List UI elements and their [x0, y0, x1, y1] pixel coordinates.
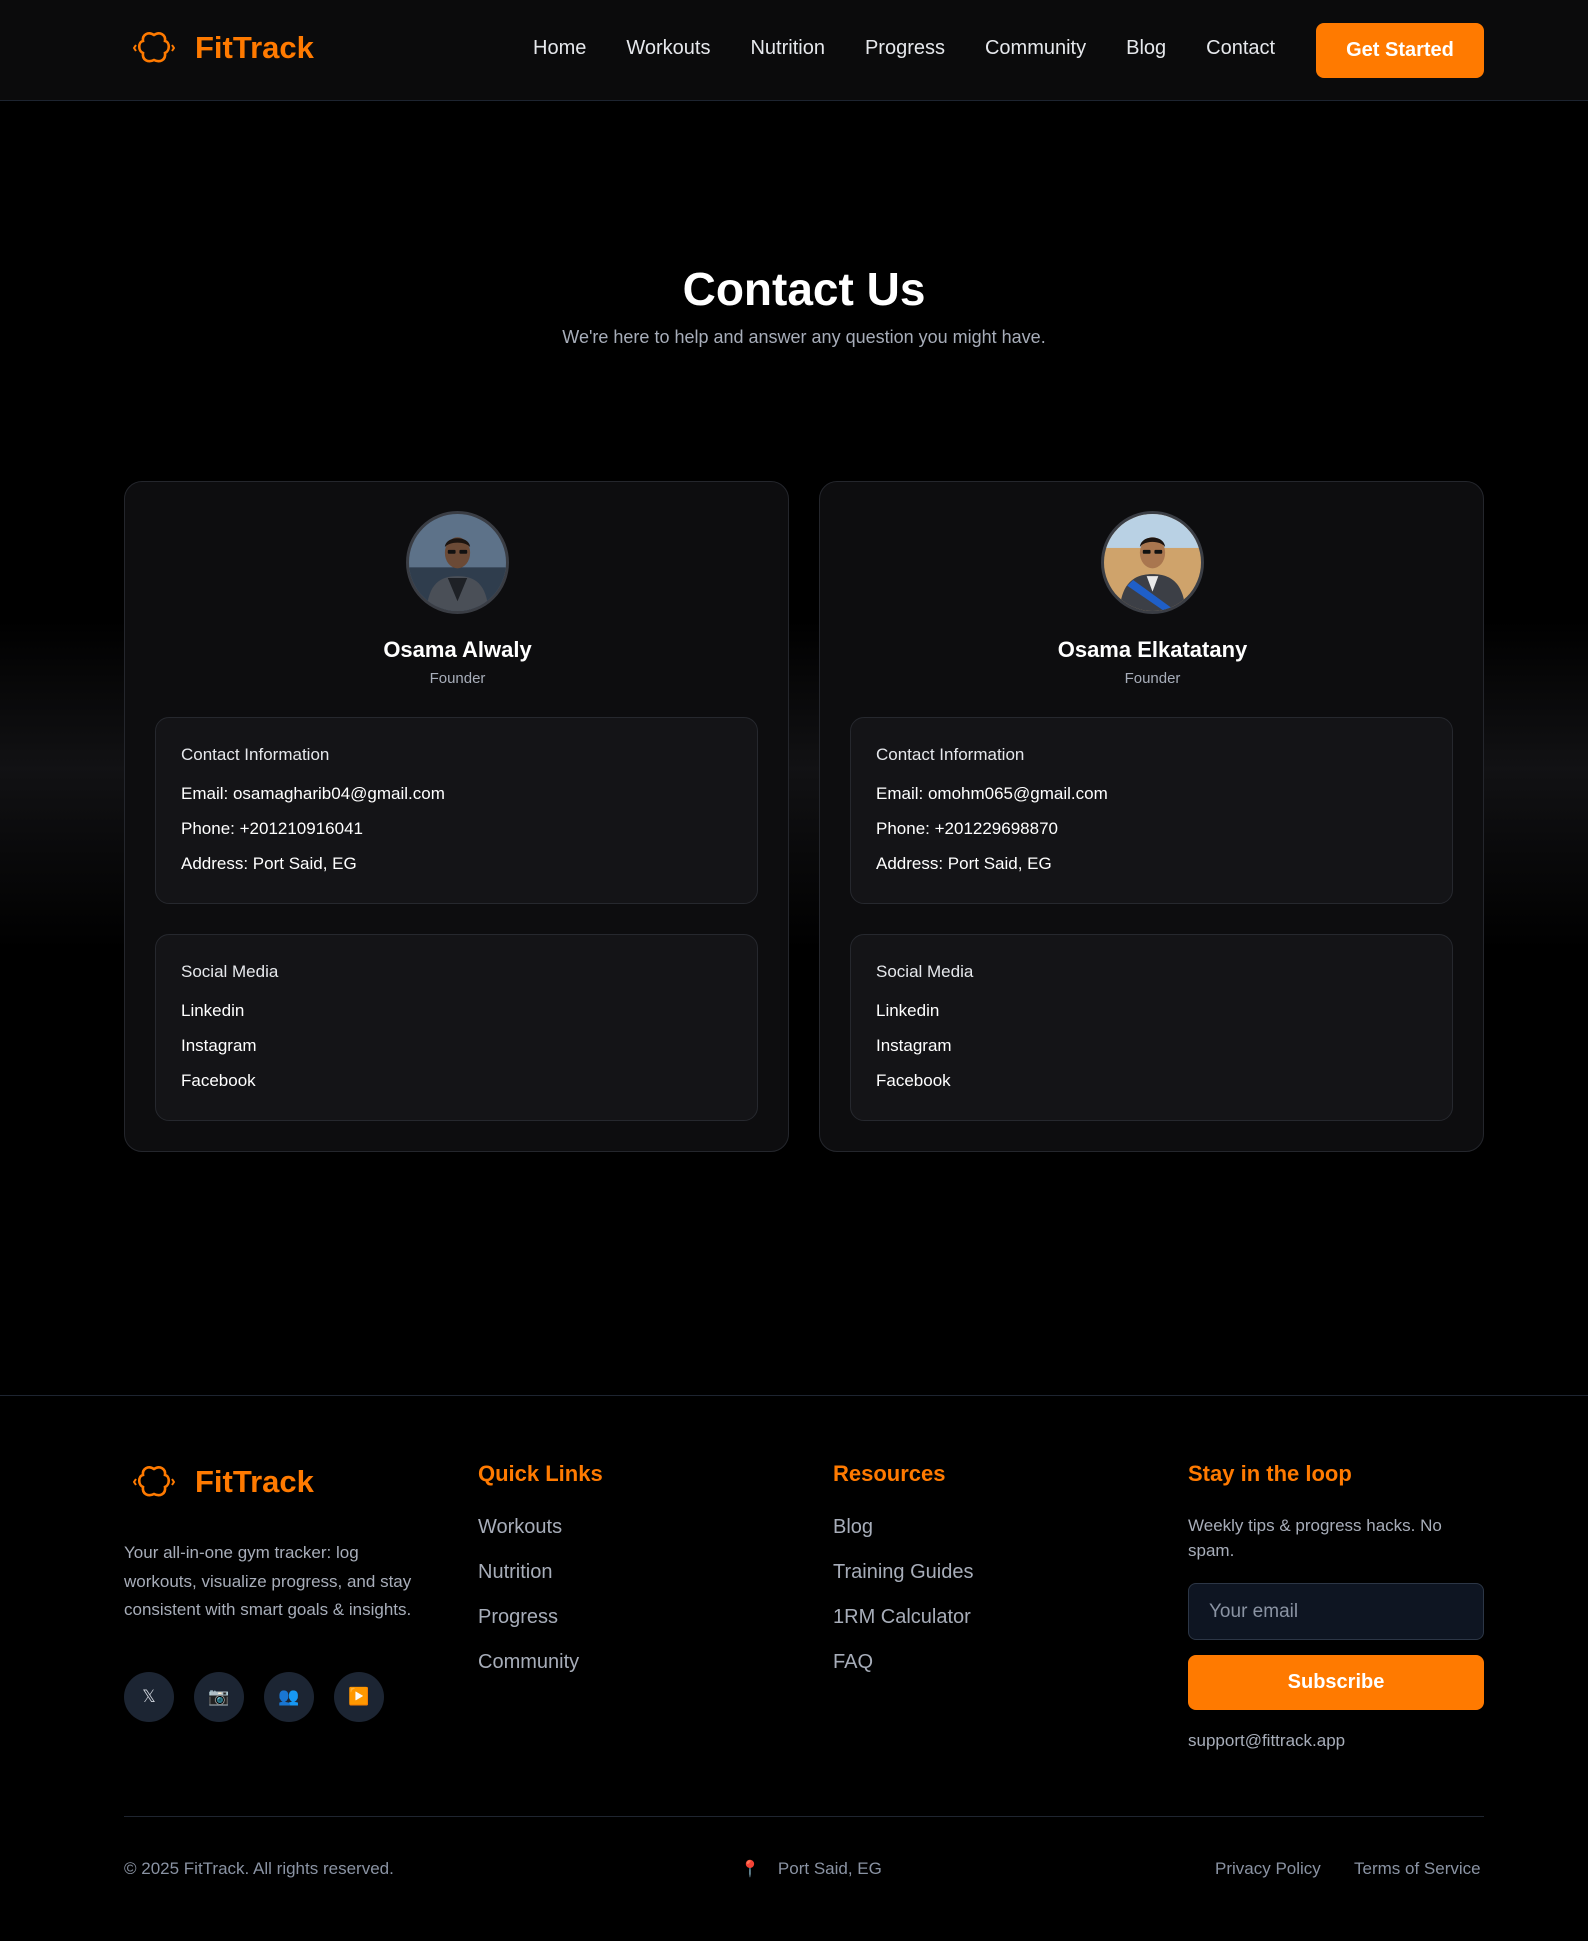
contact-phone[interactable]: Phone: +201229698870 [876, 819, 1058, 839]
brand-name: FitTrack [195, 30, 314, 65]
footer-link-faq[interactable]: FAQ [833, 1651, 873, 1674]
contact-address: Address: Port Said, EG [876, 854, 1052, 873]
quick-links-title: Quick Links [478, 1461, 603, 1486]
contact-info-title: Contact Information [876, 745, 1025, 764]
facebook-link[interactable]: Facebook [181, 1071, 256, 1091]
nav-blog[interactable]: Blog [1126, 37, 1166, 60]
linkedin-link[interactable]: Linkedin [876, 1001, 939, 1021]
footer-link-workouts[interactable]: Workouts [478, 1516, 562, 1539]
x-twitter-icon[interactable]: 𝕏 [124, 1672, 174, 1722]
main-nav: Home Workouts Nutrition Progress Communi… [533, 37, 1275, 60]
privacy-policy-link[interactable]: Privacy Policy [1215, 1859, 1321, 1879]
contact-info-title: Contact Information [181, 745, 330, 764]
brand-name: FitTrack [195, 1464, 314, 1499]
avatar [406, 511, 509, 614]
avatar-photo [1104, 514, 1201, 611]
newsletter-title: Stay in the loop [1188, 1461, 1352, 1486]
linkedin-link[interactable]: Linkedin [181, 1001, 244, 1021]
camera-icon[interactable]: 📷 [194, 1672, 244, 1722]
contact-info-panel: Contact Information Email: omohm065@gmai… [850, 717, 1453, 904]
get-started-button[interactable]: Get Started [1316, 23, 1484, 78]
location-text: Port Said, EG [777, 1859, 882, 1878]
footer-logo[interactable]: FitTrack [133, 1464, 314, 1500]
page-title: Contact Us [682, 263, 926, 315]
contact-email[interactable]: Email: omohm065@gmail.com [876, 784, 1108, 804]
support-email[interactable]: support@fittrack.app [1188, 1731, 1345, 1751]
resources-title: Resources [833, 1461, 946, 1486]
logo-brain-icon [133, 32, 175, 63]
contact-card-osama-elkatatany: Osama Elkatatany Founder Contact Informa… [819, 481, 1484, 1152]
footer-social-links: 𝕏 📷 👥 ▶️ [124, 1672, 384, 1722]
social-media-panel: Social Media Linkedin Instagram Facebook [850, 934, 1453, 1121]
contact-name: Osama Elkatatany [1057, 637, 1248, 662]
nav-workouts[interactable]: Workouts [626, 37, 710, 60]
page-subtitle: We're here to help and answer any questi… [562, 327, 1046, 347]
footer-link-progress[interactable]: Progress [478, 1606, 558, 1629]
social-media-title: Social Media [876, 962, 974, 981]
play-icon[interactable]: ▶️ [334, 1672, 384, 1722]
avatar [1101, 511, 1204, 614]
contact-info-panel: Contact Information Email: osamagharib04… [155, 717, 758, 904]
contact-role: Founder [1124, 670, 1181, 687]
logo-brain-icon [133, 1466, 175, 1497]
header-logo[interactable]: FitTrack [133, 30, 314, 66]
newsletter-description: Weekly tips & progress hacks. No spam. [1188, 1516, 1442, 1560]
footer-bottom-divider [124, 1816, 1484, 1817]
terms-of-service-link[interactable]: Terms of Service [1354, 1859, 1481, 1879]
avatar-photo [409, 514, 506, 611]
footer-divider [0, 1395, 1588, 1396]
nav-nutrition[interactable]: Nutrition [750, 37, 824, 60]
nav-progress[interactable]: Progress [865, 37, 945, 60]
instagram-link[interactable]: Instagram [876, 1036, 952, 1056]
copyright-text: © 2025 FitTrack. All rights reserved. [124, 1859, 394, 1878]
footer-link-community[interactable]: Community [478, 1651, 579, 1674]
social-media-title: Social Media [181, 962, 279, 981]
footer-description: Your all-in-one gym tracker: log workout… [124, 1543, 412, 1619]
contact-role: Founder [429, 670, 486, 687]
contact-address: Address: Port Said, EG [181, 854, 357, 873]
footer-link-1rm-calculator[interactable]: 1RM Calculator [833, 1606, 971, 1629]
instagram-link[interactable]: Instagram [181, 1036, 257, 1056]
nav-contact[interactable]: Contact [1206, 37, 1275, 60]
footer-link-nutrition[interactable]: Nutrition [478, 1561, 552, 1584]
nav-community[interactable]: Community [985, 37, 1086, 60]
footer-link-blog[interactable]: Blog [833, 1516, 873, 1539]
location-pin-icon: 📍 [740, 1861, 760, 1878]
facebook-link[interactable]: Facebook [876, 1071, 951, 1091]
nav-home[interactable]: Home [533, 37, 586, 60]
contact-card-osama-alwaly: Osama Alwaly Founder Contact Information… [124, 481, 789, 1152]
site-header: FitTrack Home Workouts Nutrition Progres… [0, 0, 1588, 101]
footer-location: 📍 Port Said, EG [740, 1859, 882, 1879]
newsletter-email-input[interactable] [1188, 1583, 1484, 1640]
contact-phone[interactable]: Phone: +201210916041 [181, 819, 363, 839]
contact-name: Osama Alwaly [383, 637, 532, 662]
community-icon[interactable]: 👥 [264, 1672, 314, 1722]
contact-email[interactable]: Email: osamagharib04@gmail.com [181, 784, 445, 804]
footer-link-training-guides[interactable]: Training Guides [833, 1561, 973, 1584]
subscribe-button[interactable]: Subscribe [1188, 1655, 1484, 1710]
social-media-panel: Social Media Linkedin Instagram Facebook [155, 934, 758, 1121]
